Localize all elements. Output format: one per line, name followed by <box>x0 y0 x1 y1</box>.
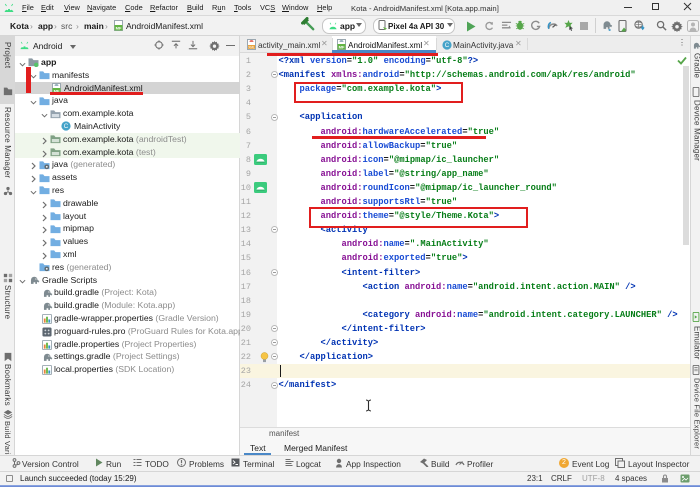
svg-text:C: C <box>64 124 69 131</box>
svg-text:XML: XML <box>248 45 255 49</box>
svg-text:C: C <box>445 42 450 49</box>
svg-text:MF: MF <box>116 26 122 31</box>
